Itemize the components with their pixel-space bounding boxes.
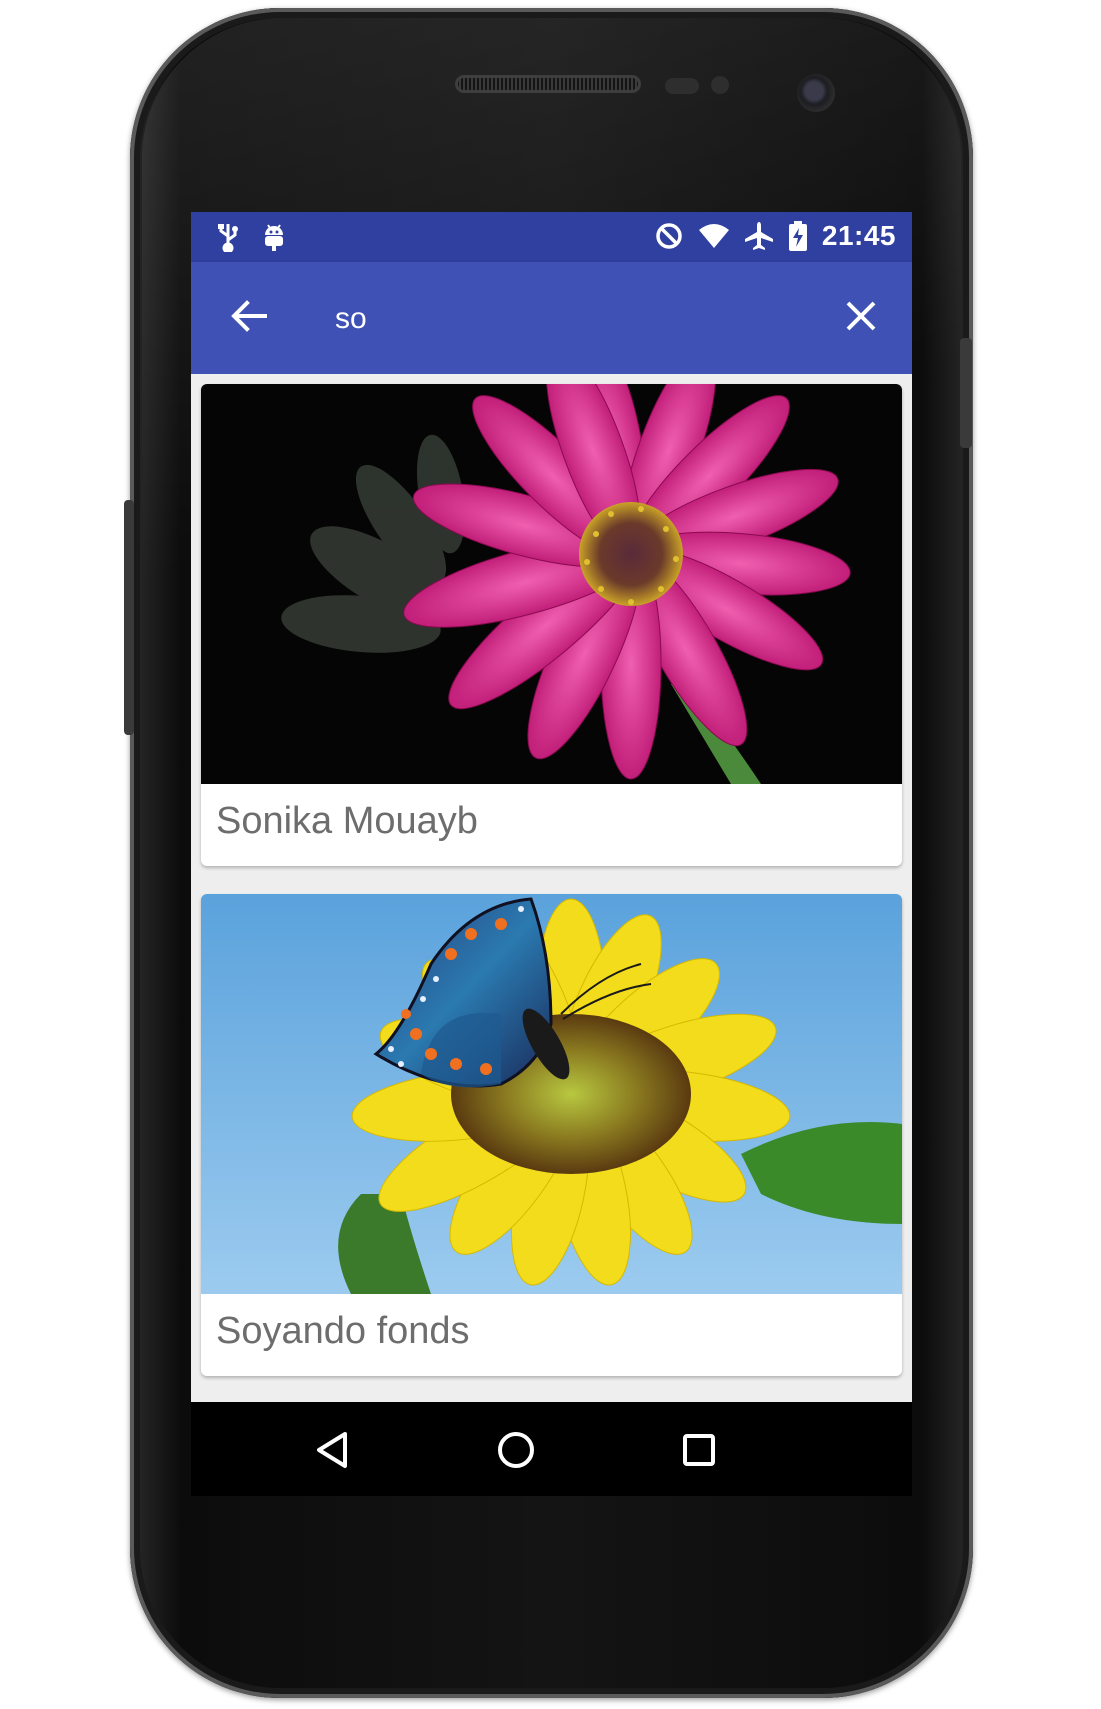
earpiece-speaker [455,75,641,93]
result-card-title: Soyando fonds [216,1310,470,1352]
usb-icon [217,222,239,252]
sunflower-with-butterfly-image [201,894,902,1294]
status-bar: 21:45 [191,212,912,262]
volume-button [124,500,134,735]
arrow-back-icon [227,300,271,342]
back-triangle-icon [305,1432,361,1482]
battery-charging-icon [788,221,808,251]
home-circle-icon [488,1432,544,1482]
front-camera [797,74,835,112]
do-not-disturb-icon [654,221,684,251]
status-time: 21:45 [821,220,896,251]
phone-screen: 21:45 so Sonika Mouayb Soyando fonds [191,212,912,1496]
nav-home-button[interactable] [488,1422,544,1478]
back-button[interactable] [227,294,271,338]
android-debug-icon [261,222,287,252]
result-card[interactable]: Soyando fonds [201,894,902,1376]
clear-search-button[interactable] [839,294,883,338]
power-button [960,338,972,448]
wifi-icon [698,223,730,249]
proximity-sensor [665,78,699,94]
result-card[interactable]: Sonika Mouayb [201,384,902,866]
navigation-bar [191,1402,912,1496]
light-sensor [711,76,729,94]
result-card-title: Sonika Mouayb [216,800,478,842]
search-toolbar [191,262,912,374]
airplane-mode-icon [744,221,774,251]
close-icon [839,301,883,342]
search-input[interactable] [333,290,787,348]
search-results-list: Sonika Mouayb Soyando fonds [191,374,912,1402]
nav-recents-button[interactable] [671,1422,727,1478]
nav-back-button[interactable] [305,1422,361,1478]
pink-daisy-flower-image [201,384,902,784]
recents-square-icon [671,1434,727,1482]
